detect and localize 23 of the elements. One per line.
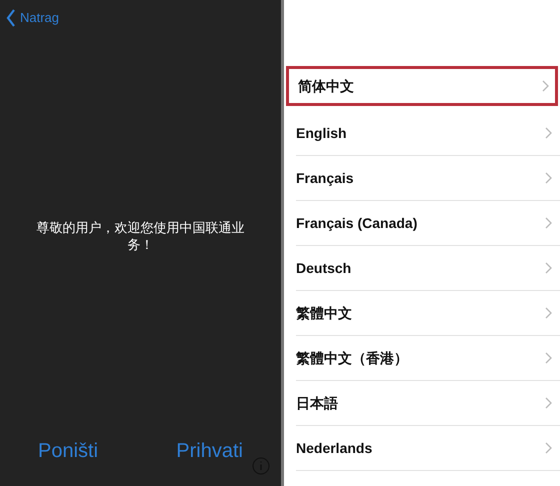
language-item[interactable]: 简体中文	[286, 66, 558, 106]
chevron-right-icon	[545, 307, 552, 319]
welcome-message: 尊敬的用户，欢迎您使用中国联通业务！	[36, 218, 246, 252]
language-item[interactable]: 繁體中文	[296, 291, 560, 336]
chevron-right-icon	[542, 80, 549, 92]
chevron-right-icon	[545, 442, 552, 454]
chevron-right-icon	[545, 127, 552, 139]
language-item[interactable]: Nederlands	[296, 426, 560, 471]
chevron-right-icon	[545, 172, 552, 184]
chevron-right-icon	[545, 397, 552, 409]
chevron-left-icon	[6, 8, 16, 27]
chevron-right-icon	[545, 352, 552, 364]
language-item[interactable]: 繁體中文（香港）	[296, 336, 560, 381]
chevron-right-icon	[545, 262, 552, 274]
dialog-button[interactable]: Prihvati	[176, 436, 243, 466]
language-item[interactable]: Deutsch	[296, 246, 560, 291]
language-item[interactable]: English	[296, 111, 560, 156]
dialog-button[interactable]: Poništi	[38, 436, 98, 466]
chevron-right-icon	[545, 217, 552, 229]
back-link[interactable]: Natrag	[6, 8, 60, 28]
language-item[interactable]: 日本語	[296, 381, 560, 426]
language-item[interactable]: Français (Canada)	[296, 201, 560, 246]
language-item[interactable]: Français	[296, 156, 560, 201]
